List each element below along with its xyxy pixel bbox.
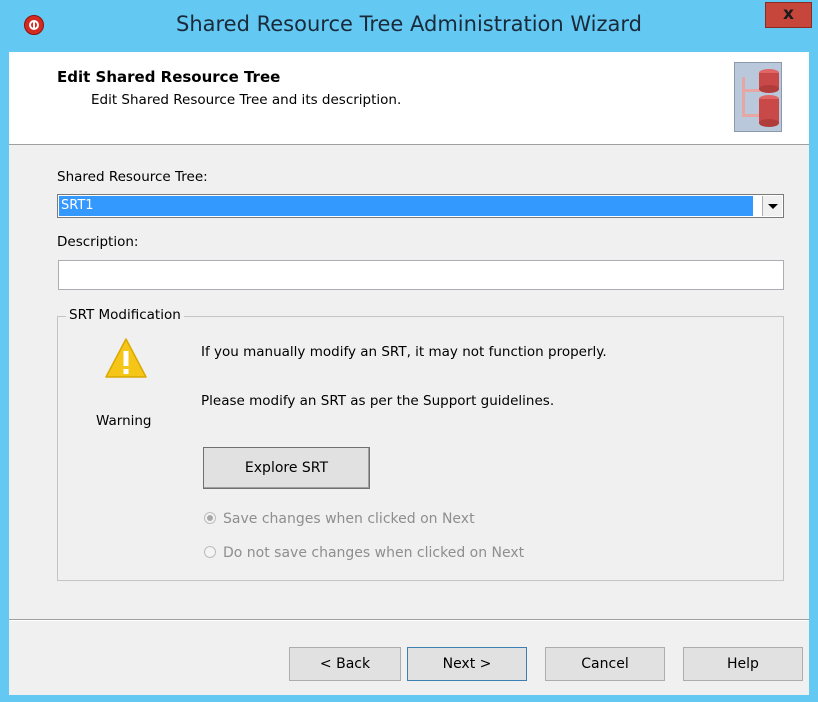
wizard-header: Edit Shared Resource Tree Edit Shared Re… [9, 52, 809, 145]
warning-message-2: Please modify an SRT as per the Support … [201, 393, 555, 409]
radio-unselected[interactable] [204, 546, 216, 558]
do-not-save-option[interactable]: Do not save changes when clicked on Next [204, 545, 524, 561]
description-input[interactable] [58, 260, 784, 290]
srt-selected-value[interactable]: SRT1 [59, 196, 753, 216]
back-button[interactable]: < Back [289, 647, 401, 681]
page-subtitle: Edit Shared Resource Tree and its descri… [91, 92, 402, 108]
srt-wizard-icon [734, 62, 782, 132]
title-bar[interactable]: Shared Resource Tree Administration Wiza… [0, 0, 818, 52]
cancel-button[interactable]: Cancel [545, 647, 665, 681]
wizard-window: Shared Resource Tree Administration Wiza… [0, 0, 818, 702]
warning-message-1: If you manually modify an SRT, it may no… [201, 344, 607, 360]
wizard-client-area: Edit Shared Resource Tree Edit Shared Re… [9, 52, 809, 695]
description-label: Description: [57, 234, 139, 250]
footer-divider [9, 619, 809, 621]
chevron-down-icon[interactable] [762, 196, 782, 216]
help-button[interactable]: Help [683, 647, 803, 681]
srt-label: Shared Resource Tree: [57, 169, 208, 185]
group-title: SRT Modification [66, 307, 184, 323]
radio-selected[interactable] [204, 512, 216, 524]
page-title: Edit Shared Resource Tree [57, 68, 281, 86]
close-button[interactable]: x [765, 2, 812, 28]
srt-modification-group: SRT Modification Warning If you manually… [57, 307, 784, 581]
warning-triangle-icon [105, 338, 147, 378]
srt-dropdown[interactable]: SRT1 [57, 194, 784, 218]
warning-label: Warning [96, 413, 152, 429]
do-not-save-label: Do not save changes when clicked on Next [223, 545, 525, 561]
save-changes-option[interactable]: Save changes when clicked on Next [204, 511, 475, 527]
window-title: Shared Resource Tree Administration Wiza… [176, 12, 642, 36]
next-button[interactable]: Next > [407, 647, 527, 681]
explore-srt-button[interactable]: Explore SRT [203, 447, 370, 489]
save-changes-label: Save changes when clicked on Next [223, 511, 475, 527]
